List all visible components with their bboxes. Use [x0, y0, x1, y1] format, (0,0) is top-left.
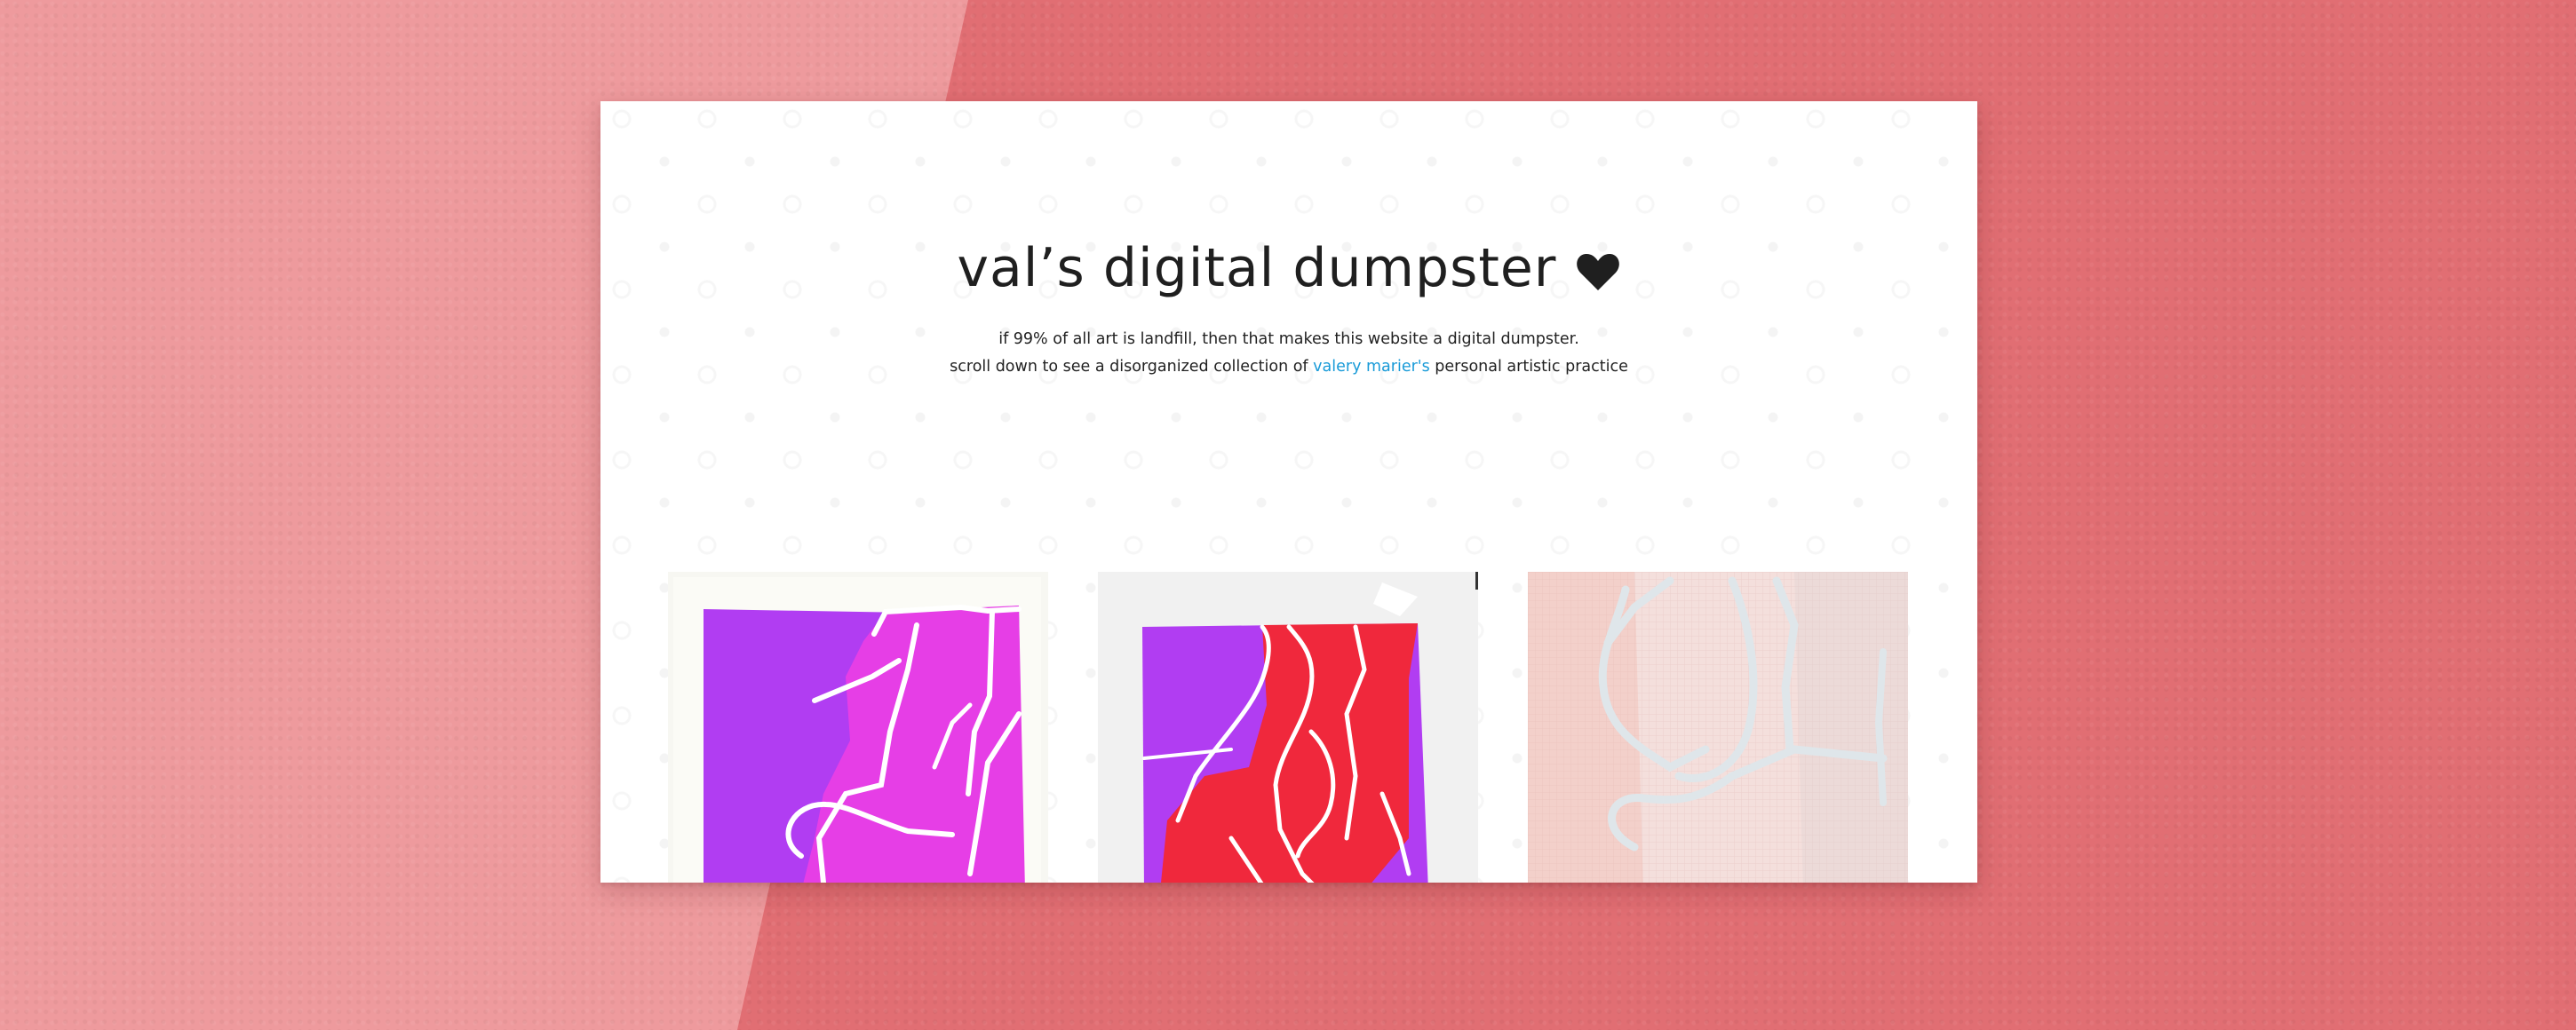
artwork-pale-pink-figure[interactable] — [1528, 572, 1908, 883]
tagline-line-2-start: scroll down to see a disorganized collec… — [950, 358, 1314, 376]
heart-icon — [1576, 252, 1620, 291]
artwork-gallery — [668, 572, 1910, 883]
tagline-line-2-end: personal artistic practice — [1429, 358, 1628, 376]
page-title: val’s digital dumpster — [600, 242, 1977, 295]
artist-link[interactable]: valery marier's — [1313, 358, 1430, 376]
tagline-line-2: scroll down to see a disorganized collec… — [600, 358, 1977, 376]
tagline-line-1: if 99% of all art is landfill, then that… — [998, 330, 1579, 348]
page-title-text: val’s digital dumpster — [957, 237, 1557, 299]
artwork-red-purple-figure[interactable] — [1098, 572, 1478, 883]
artwork-purple-magenta-figure[interactable] — [668, 572, 1048, 883]
browser-window: val’s digital dumpster if 99% of all art… — [600, 101, 1977, 883]
